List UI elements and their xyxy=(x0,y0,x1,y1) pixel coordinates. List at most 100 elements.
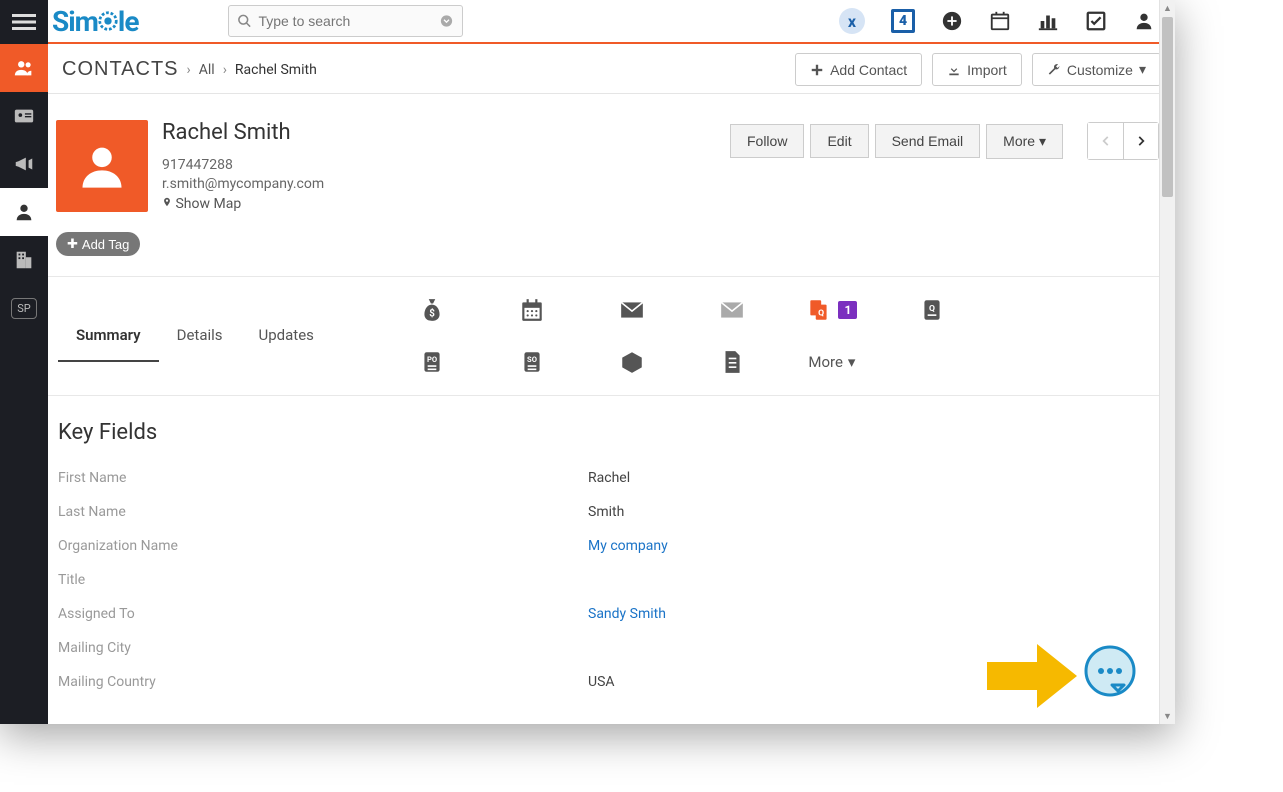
key-field-value: Smith xyxy=(588,504,624,520)
sidebar-item-sp[interactable]: SP xyxy=(0,284,48,332)
sidebar-item-card[interactable] xyxy=(0,92,48,140)
hamburger-icon xyxy=(12,10,36,34)
megaphone-icon xyxy=(13,153,35,175)
tab-icon-pricebook[interactable]: Q xyxy=(919,297,945,323)
sidebar-left: SP xyxy=(0,0,48,724)
show-map-link[interactable]: Show Map xyxy=(162,195,324,212)
calendar-icon xyxy=(989,10,1011,32)
scroll-down-icon[interactable]: ▼ xyxy=(1160,708,1175,724)
avatar[interactable] xyxy=(56,120,148,212)
document-icon xyxy=(719,349,745,375)
tabs-more[interactable]: More ▾ xyxy=(808,353,855,371)
tab-icon-documents[interactable] xyxy=(719,349,745,375)
chevron-down-icon[interactable] xyxy=(439,13,454,29)
sidebar-item-campaigns[interactable] xyxy=(0,140,48,188)
logo[interactable]: Simle xyxy=(52,5,138,38)
tab-details[interactable]: Details xyxy=(159,310,241,362)
contact-email[interactable]: r.smith@mycompany.com xyxy=(162,176,324,192)
tab-icon-products[interactable] xyxy=(619,349,645,375)
customize-button[interactable]: Customize ▾ xyxy=(1032,53,1161,86)
tab-icon-quotes[interactable]: Q 1 xyxy=(806,297,857,323)
chevron-icon: › xyxy=(223,62,227,78)
chat-bubble-button[interactable] xyxy=(1082,645,1138,701)
scroll-up-icon[interactable]: ▲ xyxy=(1160,0,1175,16)
tab-icon-so[interactable]: SO xyxy=(519,349,545,375)
top-icon-reports[interactable] xyxy=(1037,10,1059,32)
chart-icon xyxy=(1037,10,1059,32)
envelope-icon xyxy=(719,297,745,323)
tabs-bar: Summary Details Updates $ Q 1 Q PO SO Mo… xyxy=(48,276,1175,396)
add-contact-button[interactable]: Add Contact xyxy=(795,53,922,86)
key-field-label: Mailing City xyxy=(58,640,588,656)
top-icon-user[interactable] xyxy=(1133,10,1155,32)
tab-icon-deals[interactable]: $ xyxy=(419,297,445,323)
search-icon xyxy=(237,13,252,29)
import-button[interactable]: Import xyxy=(932,53,1022,86)
prev-record-button[interactable] xyxy=(1087,122,1123,160)
search-input[interactable] xyxy=(258,13,439,29)
badge-count: 1 xyxy=(838,301,857,319)
send-email-button[interactable]: Send Email xyxy=(875,124,981,158)
key-field-value: Rachel xyxy=(588,470,630,486)
breadcrumb-current: Rachel Smith xyxy=(235,62,317,78)
hamburger-menu[interactable] xyxy=(0,0,48,44)
gear-logo-icon xyxy=(97,10,119,32)
follow-button[interactable]: Follow xyxy=(730,124,804,158)
chevron-right-icon xyxy=(1134,134,1148,148)
key-field-row: Last NameSmith xyxy=(58,495,1165,529)
svg-text:Q: Q xyxy=(819,308,825,318)
svg-text:$: $ xyxy=(429,309,435,320)
scrollbar[interactable]: ▲ ▼ xyxy=(1159,0,1175,724)
tab-updates[interactable]: Updates xyxy=(241,310,332,362)
id-card-icon xyxy=(13,105,35,127)
caret-down-icon: ▾ xyxy=(1139,61,1146,78)
edit-button[interactable]: Edit xyxy=(810,124,868,158)
topbar: Simle x 4 xyxy=(48,0,1175,44)
key-fields-heading: Key Fields xyxy=(58,420,1165,445)
tutorial-arrow xyxy=(982,640,1082,716)
top-icon-calendar[interactable] xyxy=(989,10,1011,32)
tab-icon-calendar[interactable] xyxy=(519,297,545,323)
top-icon-app2[interactable]: 4 xyxy=(891,9,915,33)
top-icon-app1[interactable]: x xyxy=(839,8,865,34)
building-icon xyxy=(13,249,35,271)
checkbox-icon xyxy=(1085,10,1107,32)
tab-icon-email-dark[interactable] xyxy=(619,297,645,323)
breadcrumb: Contacts › All › Rachel Smith xyxy=(62,58,317,81)
key-field-row: Title xyxy=(58,563,1165,597)
tab-icon-email-light[interactable] xyxy=(719,297,745,323)
money-bag-icon: $ xyxy=(419,297,445,323)
sidebar-item-orgs[interactable] xyxy=(0,236,48,284)
more-button[interactable]: More ▾ xyxy=(986,124,1063,159)
pricebook-icon: Q xyxy=(919,297,945,323)
key-field-row: First NameRachel xyxy=(58,461,1165,495)
arrow-icon xyxy=(982,640,1082,712)
top-icon-add[interactable] xyxy=(941,10,963,32)
key-field-label: Last Name xyxy=(58,504,588,520)
global-search[interactable] xyxy=(228,5,463,37)
svg-text:PO: PO xyxy=(427,355,437,364)
tab-icon-po[interactable]: PO xyxy=(419,349,445,375)
contact-phone[interactable]: 917447288 xyxy=(162,157,324,173)
key-field-label: Title xyxy=(58,572,588,588)
people-icon xyxy=(13,57,35,79)
chat-icon xyxy=(1082,645,1138,701)
key-field-label: Mailing Country xyxy=(58,674,588,690)
key-field-value[interactable]: Sandy Smith xyxy=(588,606,666,622)
caret-down-icon: ▾ xyxy=(1039,133,1046,149)
wrench-icon xyxy=(1047,63,1061,77)
scroll-thumb[interactable] xyxy=(1162,17,1173,197)
add-tag-button[interactable]: ✚ Add Tag xyxy=(56,232,140,256)
plus-circle-icon xyxy=(941,10,963,32)
po-icon: PO xyxy=(419,349,445,375)
sidebar-item-person[interactable] xyxy=(0,188,48,236)
breadcrumb-all[interactable]: All xyxy=(199,62,215,78)
key-field-value[interactable]: My company xyxy=(588,538,668,554)
breadcrumb-module[interactable]: Contacts xyxy=(62,58,179,81)
tab-summary[interactable]: Summary xyxy=(58,310,159,362)
documents-icon: Q xyxy=(806,297,832,323)
avatar-icon xyxy=(76,140,128,192)
sidebar-item-contacts[interactable] xyxy=(0,44,48,92)
next-record-button[interactable] xyxy=(1123,122,1159,160)
top-icon-tasks[interactable] xyxy=(1085,10,1107,32)
